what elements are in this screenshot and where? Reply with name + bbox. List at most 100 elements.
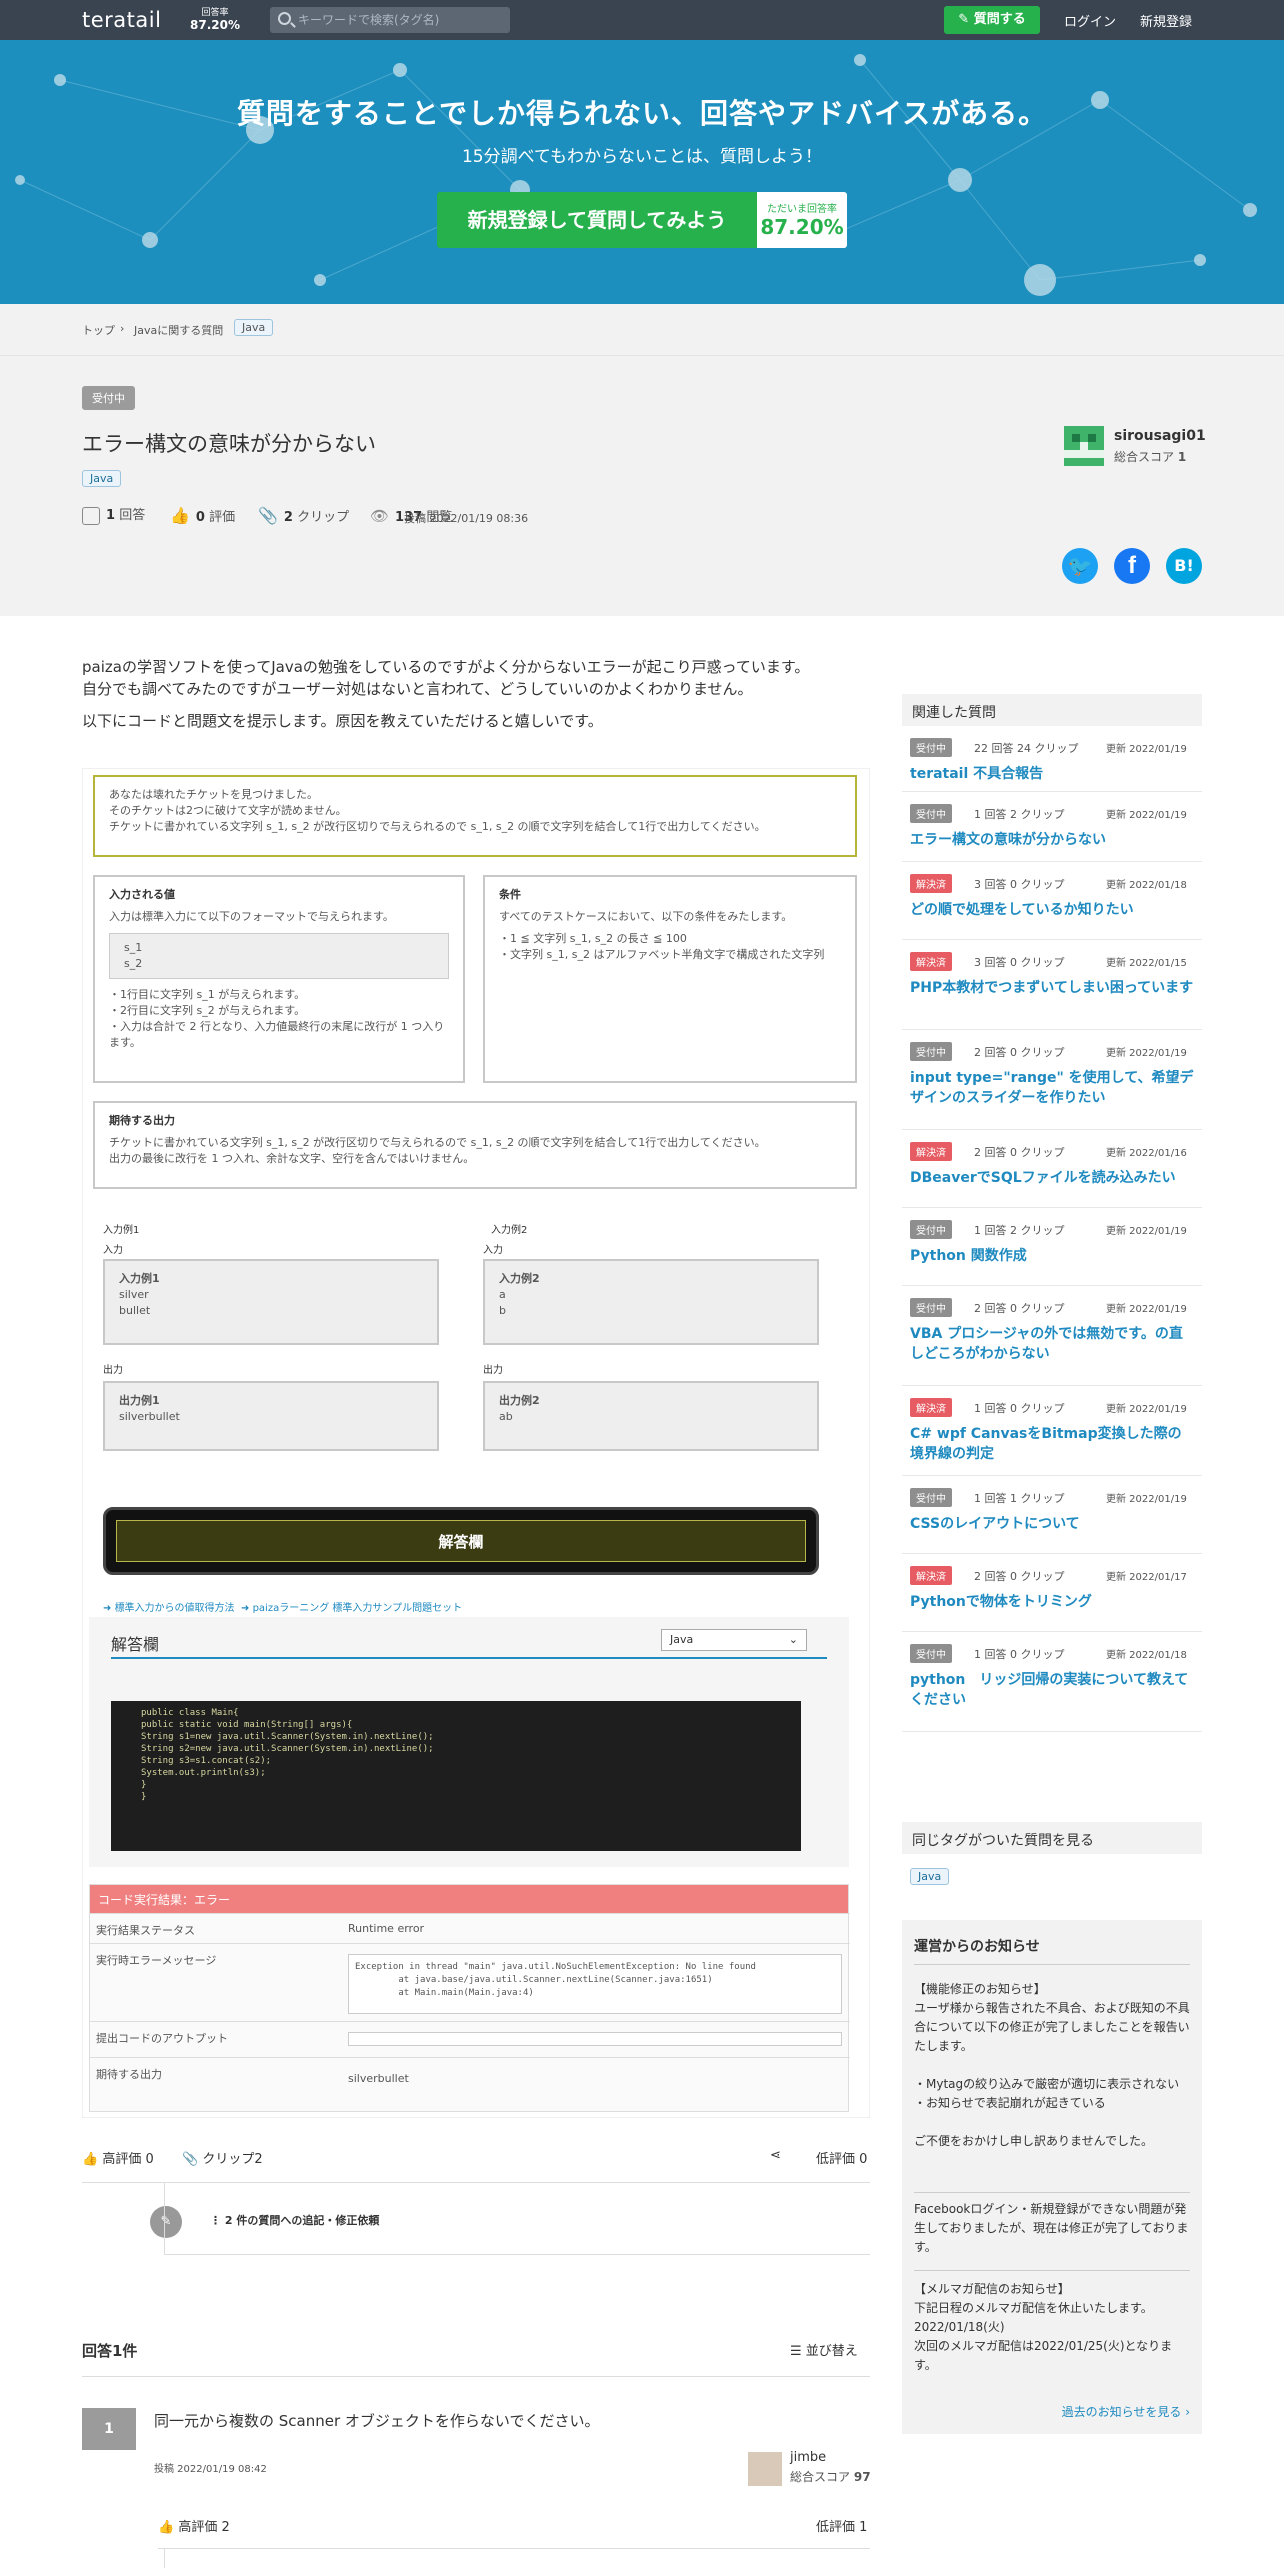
related-date: 更新 2022/01/16 (1106, 1148, 1187, 1159)
pencil-icon: ✎ (958, 12, 974, 27)
related-title-link[interactable]: python リッジ回帰の実装について教えてください (910, 1670, 1194, 1710)
answers-count: 1 回答 (82, 506, 145, 526)
code-line: String s2=new java.util.Scanner(System.i… (141, 1744, 434, 1754)
output-label: 出力 (103, 1365, 123, 1376)
example1-output: 出力例1 silverbullet (103, 1381, 439, 1451)
cta-rate-label: ただいま回答率 (767, 204, 837, 215)
answer-rate-label: 回答率 (201, 8, 229, 18)
facebook-share-icon[interactable]: f (1114, 548, 1150, 584)
editor-panel: 解答欄 Java ⌄ public class Main{ public stat… (89, 1617, 849, 1867)
search-input[interactable] (298, 11, 503, 29)
related-title-link[interactable]: エラー構文の意味が分からない (910, 830, 1194, 850)
related-question-item[interactable]: 受付中 2 回答 0 クリップ 更新 2022/01/19 input type="r… (902, 1030, 1202, 1130)
input-format: s_1 s_2 (109, 933, 449, 979)
more-notices-link[interactable]: 過去のお知らせを見る › (1062, 2403, 1190, 2420)
error-line: at Main.main(Main.java:4) (355, 1988, 534, 1998)
related-title-link[interactable]: C# wpf CanvasをBitmap変換した際の境界線の判定 (910, 1424, 1194, 1464)
question-downvote-button[interactable]: 低評価 0 (816, 2148, 867, 2167)
related-question-item[interactable]: 解決済 2 回答 0 クリップ 更新 2022/01/17 Pythonで物体をトリミ… (902, 1554, 1202, 1632)
editor-heading: 解答欄 (111, 1635, 160, 1654)
hatena-bookmark-icon[interactable]: B! (1166, 548, 1202, 584)
related-question-item[interactable]: 解決済 3 回答 0 クリップ 更新 2022/01/15 PHP本教材でつまずいてし… (902, 940, 1202, 1030)
breadcrumb-category[interactable]: Javaに関する質問 (134, 322, 223, 338)
related-question-item[interactable]: 受付中 1 回答 0 クリップ 更新 2022/01/18 python リッジ回帰の… (902, 1632, 1202, 1732)
answer-author-score: 総合スコア 97 (790, 2470, 871, 2484)
related-question-item[interactable]: 受付中 22 回答 24 クリップ 更新 2022/01/19 teratail 不具… (902, 726, 1202, 792)
question-body: paizaの学習ソフトを使ってJavaの勉強をしているのですがよく分からないエラ… (82, 656, 870, 732)
avatar[interactable] (748, 2452, 782, 2486)
same-tag-pill[interactable]: Java (910, 1868, 950, 1885)
signup-link[interactable]: 新規登録 (1140, 11, 1192, 30)
notice-line: 下記日程のメルマガ配信を休止いたします。 (914, 2301, 1153, 2315)
cta-answer-rate: ただいま回答率 87.20% (757, 192, 847, 248)
status-badge: 受付中 (82, 386, 135, 410)
twitter-share-icon[interactable]: 🐦 (1062, 548, 1098, 584)
status-badge: 解決済 (910, 952, 952, 971)
ask-question-button[interactable]: ✎ 質問する (944, 6, 1040, 34)
author-name[interactable]: sirousagi01 (1114, 428, 1206, 444)
related-date: 更新 2022/01/19 (1106, 1304, 1187, 1315)
sort-button[interactable]: ☰ 並び替え (790, 2340, 858, 2359)
status-badge: 受付中 (910, 804, 952, 823)
language-select[interactable]: Java ⌄ (661, 1629, 807, 1651)
related-counts: 2 回答 0 クリップ (974, 1570, 1065, 1583)
example-title: 入力例1 (119, 1272, 160, 1285)
avatar[interactable] (1064, 426, 1104, 466)
breadcrumb-top[interactable]: トップ (82, 322, 115, 338)
related-title-link[interactable]: VBA プロシージャの外では無効です。の直しどころがわからない (910, 1324, 1194, 1364)
answer-vote-count: 1 (82, 2408, 136, 2450)
signup-cta-button[interactable]: 新規登録して質問してみよう (437, 192, 757, 248)
login-link[interactable]: ログイン (1064, 11, 1116, 30)
breadcrumb-tag[interactable]: Java (234, 319, 274, 336)
example-line: ab (499, 1410, 513, 1423)
question-clip-button[interactable]: 📎 クリップ2 (182, 2148, 263, 2167)
output-spec: 期待する出力 チケットに書かれている文字列 s_1, s_2 が改行区切りで与え… (93, 1101, 857, 1189)
status-badge: 解決済 (910, 1142, 952, 1161)
related-title-link[interactable]: Python 関数作成 (910, 1246, 1194, 1266)
answer-posted-date: 投稿 2022/01/19 08:42 (154, 2464, 267, 2475)
stdin-help-link[interactable]: ➜ 標準入力からの値取得方法 (103, 1599, 235, 1614)
related-title-link[interactable]: DBeaverでSQLファイルを読み込みたい (910, 1168, 1194, 1188)
related-title-link[interactable]: CSSのレイアウトについて (910, 1514, 1194, 1534)
error-line: at java.base/java.util.Scanner.nextLine(… (355, 1975, 713, 1985)
related-title-link[interactable]: teratail 不具合報告 (910, 764, 1194, 784)
divider (82, 2376, 870, 2377)
notice-item[interactable]: Facebookログイン・新規登録ができない問題が発生しておりましたが、現在は修… (914, 2200, 1190, 2257)
answer-upvote-button[interactable]: 👍 高評価 2 (158, 2516, 230, 2535)
related-counts: 1 回答 2 クリップ (974, 808, 1065, 821)
output-heading: 期待する出力 (109, 1114, 175, 1127)
edit-request-link[interactable]: ⋮ 2 件の質問への追記・修正依頼 (210, 2212, 379, 2228)
condition-line: ・1 ≦ 文字列 s_1, s_2 の長さ ≦ 100 (499, 932, 687, 945)
related-question-item[interactable]: 受付中 1 回答 2 クリップ 更新 2022/01/19 エラー構文の意味が分からな… (902, 792, 1202, 862)
paiza-sample-link[interactable]: ➜ paizaラーニング 標準入力サンプル問題セット (241, 1599, 462, 1614)
example-title: 入力例2 (499, 1272, 540, 1285)
related-question-item[interactable]: 解決済 3 回答 0 クリップ 更新 2022/01/18 どの順で処理をしているか知… (902, 862, 1202, 940)
related-question-item[interactable]: 受付中 1 回答 2 クリップ 更新 2022/01/19 Python 関数作成 (902, 1208, 1202, 1286)
related-question-item[interactable]: 解決済 1 回答 0 クリップ 更新 2022/01/19 C# wpf Canvas… (902, 1386, 1202, 1476)
network-illustration (15, 54, 1257, 296)
share-icon[interactable]: ⋖ (770, 2148, 781, 2163)
status-badge: 解決済 (910, 874, 952, 893)
status-badge: 解決済 (910, 1398, 952, 1417)
related-question-item[interactable]: 受付中 2 回答 0 クリップ 更新 2022/01/19 VBA プロシージャの外で… (902, 1286, 1202, 1386)
question-tag[interactable]: Java (82, 470, 122, 487)
related-title-link[interactable]: どの順で処理をしているか知りたい (910, 900, 1194, 920)
related-title-link[interactable]: input type="range" を使用して、希望デザインのスライダーを作り… (910, 1068, 1194, 1108)
related-question-item[interactable]: 受付中 1 回答 1 クリップ 更新 2022/01/19 CSSのレイアウトについて (902, 1476, 1202, 1554)
top-navbar: teratail 回答率 87.20% ✎ 質問する ログイン 新規登録 (0, 0, 1284, 40)
code-editor[interactable]: public class Main{ public static void ma… (111, 1701, 801, 1851)
teratail-logo[interactable]: teratail (82, 8, 161, 32)
answer-downvote-button[interactable]: 低評価 1 (816, 2516, 867, 2535)
related-title-link[interactable]: Pythonで物体をトリミング (910, 1592, 1194, 1612)
related-question-item[interactable]: 解決済 2 回答 0 クリップ 更新 2022/01/16 DBeaverでSQLファ… (902, 1130, 1202, 1208)
result-key: 実行時エラーメッセージ (96, 1954, 217, 1967)
answer-author-name[interactable]: jimbe (790, 2450, 826, 2465)
question-upvote-button[interactable]: 👍 高評価 0 (82, 2148, 154, 2167)
search-box[interactable] (270, 7, 510, 33)
related-title-link[interactable]: PHP本教材でつまずいてしまい困っています (910, 978, 1194, 998)
answer-bar[interactable]: 解答欄 (103, 1507, 819, 1575)
notice-item[interactable]: 【メルマガ配信のお知らせ】 下記日程のメルマガ配信を休止いたします。 2022/… (914, 2280, 1190, 2375)
edit-request-icon[interactable]: ✎ (150, 2206, 182, 2238)
body-paragraph-2: 自分でも調べてみたのですがユーザー対処はないと言われて、どうしていいのかよくわか… (82, 680, 753, 698)
notice-item[interactable]: 【機能修正のお知らせ】 ユーザ様から報告された不具合、および既知の不具合について… (914, 1980, 1190, 2151)
